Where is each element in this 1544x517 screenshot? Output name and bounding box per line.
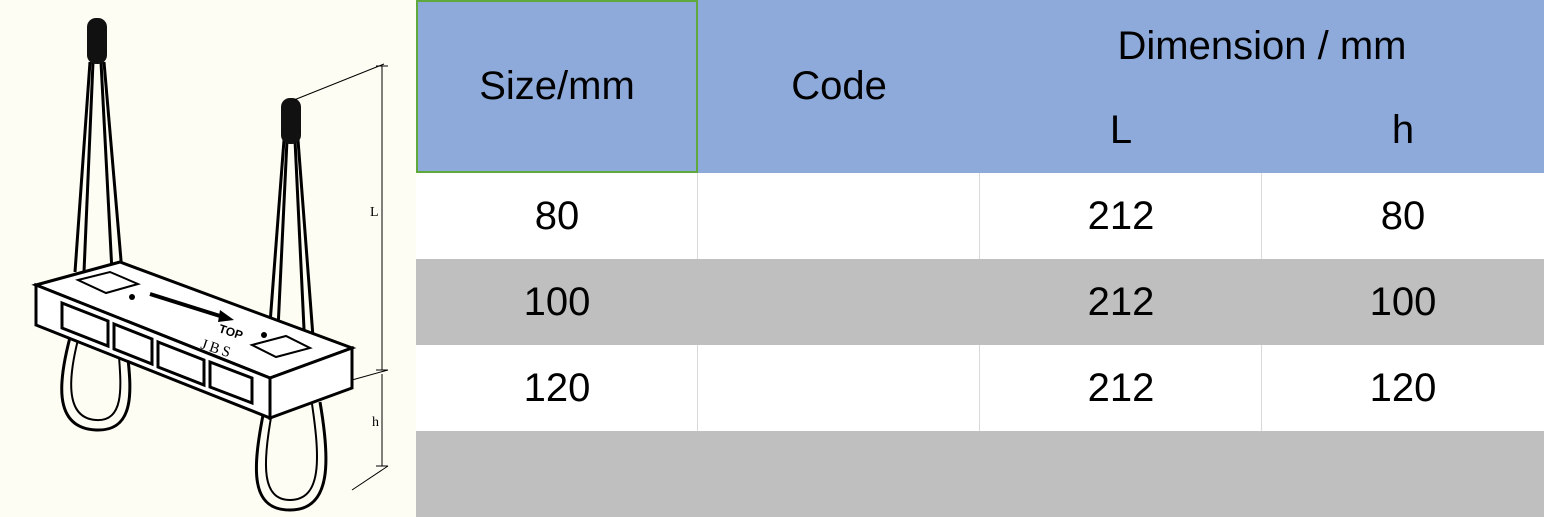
cell-code xyxy=(698,345,980,431)
left-sling-loop xyxy=(73,61,124,273)
dimension-label-L: L xyxy=(370,205,379,220)
cell-size: 120 xyxy=(523,365,591,410)
cell-h: 100 xyxy=(1369,279,1437,324)
header-size: Size/mm xyxy=(479,64,635,108)
sling-illustration: TOP JBS L h xyxy=(31,18,389,512)
header-code: Code xyxy=(791,64,887,108)
cell-L: 212 xyxy=(1087,279,1155,324)
cell-code xyxy=(698,431,980,517)
cell-size: 100 xyxy=(523,279,591,324)
cell-h: 80 xyxy=(1380,193,1426,238)
sling-drawing: TOP JBS L h xyxy=(0,0,416,517)
header-L: L xyxy=(1109,107,1133,152)
cell-h: 120 xyxy=(1369,365,1437,410)
dimension-label-h: h xyxy=(372,415,379,430)
cell-L: 212 xyxy=(1087,193,1155,238)
cell-L xyxy=(980,431,1262,517)
cell-size: 80 xyxy=(534,193,580,238)
cell-code xyxy=(698,173,980,259)
cell-h xyxy=(1262,431,1544,517)
right-bottom-loop-inner xyxy=(264,403,318,502)
right-grip xyxy=(281,98,301,144)
left-grip xyxy=(87,18,107,64)
header-h: h xyxy=(1391,107,1415,152)
header-dimension: Dimension / mm xyxy=(1117,23,1407,68)
dimension-table: Size/mm Code Dimension / mm L h 80 212 8… xyxy=(416,0,1544,517)
cell-code xyxy=(698,259,980,345)
cell-L: 212 xyxy=(1087,365,1155,410)
cell-size xyxy=(416,431,698,517)
